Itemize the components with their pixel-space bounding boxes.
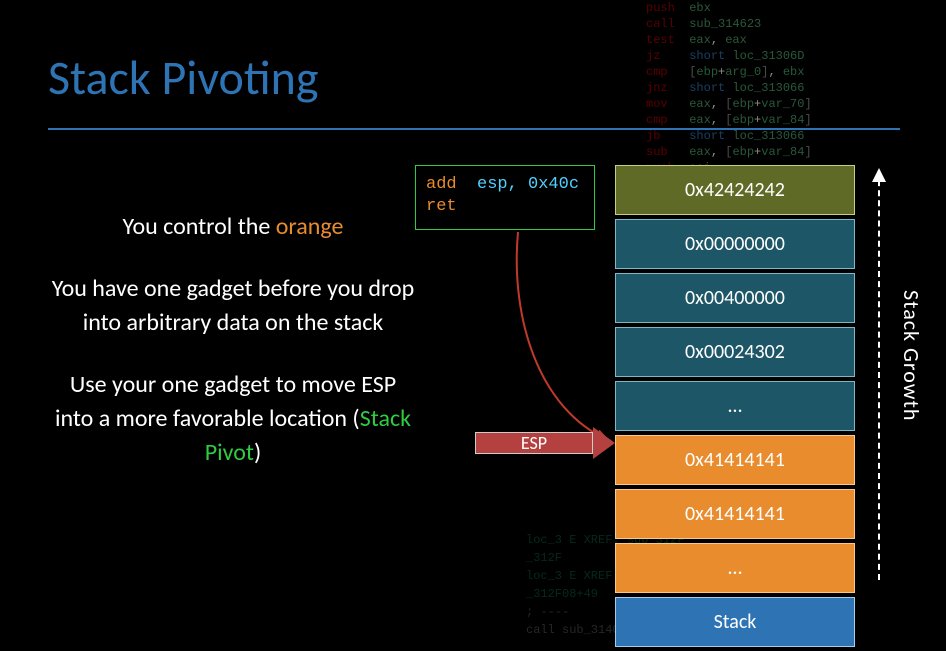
body-para2: You have one gadget before you drop into…: [48, 272, 418, 340]
body-para3-pre: Use your one gadget to move ESP into a m…: [55, 370, 396, 433]
stack-cell-2: 0x00400000: [615, 273, 855, 323]
body-line1-pre: You control the: [123, 212, 276, 241]
body-para3-post: ): [254, 438, 261, 467]
title-divider: [48, 128, 900, 130]
background-disassembly-top: push ebxcall sub_314623test eax, eaxjz s…: [646, 0, 946, 192]
gadget-line2: ret: [426, 196, 584, 218]
stack-growth-label: Stack Growth: [898, 290, 925, 421]
body-line1-orange: orange: [276, 212, 344, 241]
esp-label: ESP: [475, 432, 593, 454]
esp-arrow: ESP: [475, 428, 615, 458]
stack-cell-5: 0x41414141: [615, 435, 855, 485]
gadget-box: add esp, 0x40c ret: [415, 165, 595, 230]
stack-cell-7: …: [615, 543, 855, 593]
stack-growth-arrow: Stack Growth: [870, 170, 930, 580]
stack-cell-4: …: [615, 381, 855, 431]
stack-cell-6: 0x41414141: [615, 489, 855, 539]
stack-cell-0: 0x42424242: [615, 165, 855, 215]
slide-title: Stack Pivoting: [48, 48, 318, 107]
gadget-line1: add esp, 0x40c: [426, 174, 584, 196]
stack-cell-1: 0x00000000: [615, 219, 855, 269]
stack-cell-3: 0x00024302: [615, 327, 855, 377]
body-text: You control the orange You have one gadg…: [48, 210, 418, 498]
stack-cell-8: Stack: [615, 597, 855, 647]
stack-diagram: 0x424242420x000000000x004000000x00024302…: [615, 165, 855, 651]
